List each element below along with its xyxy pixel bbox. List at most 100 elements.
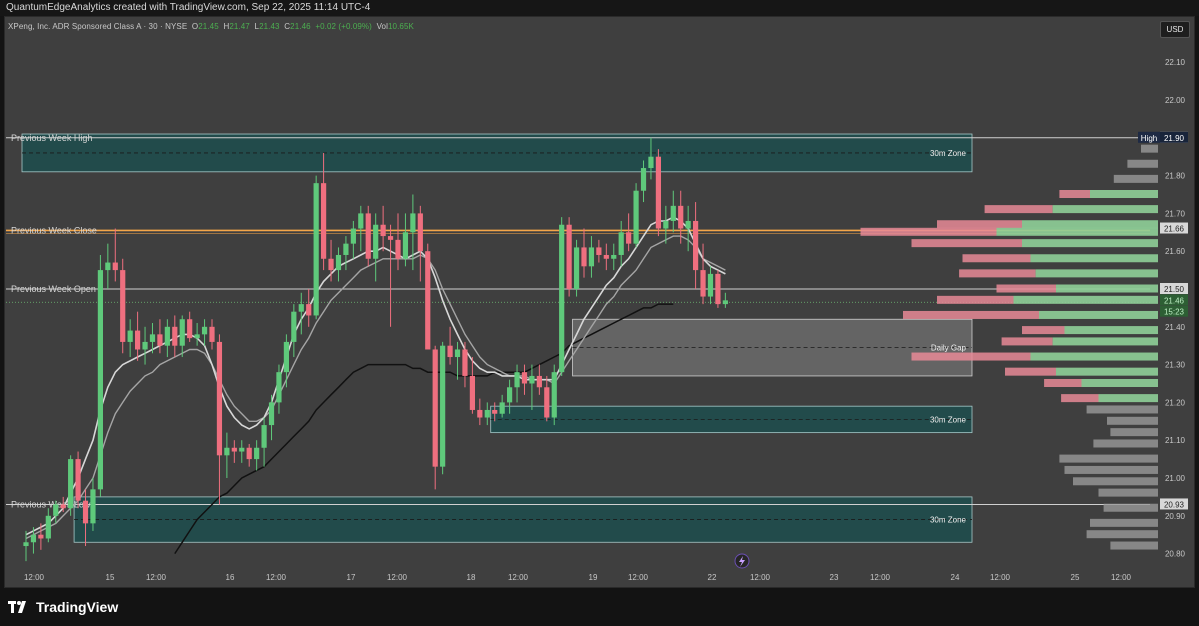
candle-body bbox=[373, 224, 379, 259]
candle-body bbox=[693, 220, 699, 271]
volume-profile-bar bbox=[1113, 174, 1158, 183]
legend-volume: 10.65K bbox=[387, 22, 414, 31]
candle-body bbox=[559, 224, 565, 373]
legend-high: 21.47 bbox=[229, 22, 250, 31]
price-tag-label: 21.66 bbox=[1164, 225, 1185, 234]
price-tag-label: 21.46 bbox=[1164, 296, 1185, 305]
volume-profile-buy bbox=[1035, 269, 1158, 278]
currency-button[interactable]: USD bbox=[1160, 21, 1190, 38]
x-axis-tick: 22 bbox=[708, 573, 717, 582]
candle-body bbox=[53, 504, 59, 516]
candle-body bbox=[454, 349, 461, 358]
x-axis-tick: 15 bbox=[106, 573, 115, 582]
candle-body bbox=[417, 213, 423, 252]
candle-body bbox=[715, 273, 721, 305]
candle-body bbox=[187, 319, 193, 339]
candle-body bbox=[387, 236, 394, 240]
candle-body bbox=[313, 183, 319, 316]
volume-profile-sell bbox=[984, 205, 1053, 214]
y-axis-tick: 21.00 bbox=[1165, 474, 1186, 483]
candle-body bbox=[179, 319, 185, 346]
candle-body bbox=[514, 372, 520, 388]
candle-body bbox=[246, 447, 252, 460]
candle-body bbox=[135, 330, 141, 350]
volume-profile-sell bbox=[1044, 379, 1082, 387]
candle-body bbox=[350, 228, 356, 244]
x-axis-tick: 19 bbox=[589, 573, 598, 582]
volume-profile-buy bbox=[1030, 254, 1158, 263]
level-label: Previous Week High bbox=[11, 133, 92, 143]
candlestick-chart[interactable]: 30m Zone Daily Gap 30m Zone 30m Zone Previou… bbox=[0, 0, 1199, 588]
volume-profile-bar bbox=[1098, 488, 1158, 497]
volume-profile-bar bbox=[1090, 518, 1158, 527]
candle-body bbox=[484, 409, 490, 418]
candle-body bbox=[410, 213, 416, 233]
candle-body bbox=[209, 326, 215, 342]
candle-body bbox=[707, 273, 714, 297]
candle-body bbox=[573, 247, 580, 289]
candle-body bbox=[157, 334, 163, 346]
medium-moving-average bbox=[25, 235, 726, 540]
candle-body bbox=[536, 375, 542, 388]
y-axis-tick: 21.40 bbox=[1165, 323, 1186, 332]
level-label: Previous Week Close bbox=[11, 225, 97, 235]
candle-body bbox=[521, 372, 528, 384]
candle-body bbox=[685, 220, 691, 229]
zone-label: 30m Zone bbox=[930, 149, 967, 158]
candle-body bbox=[149, 334, 156, 342]
candle-body bbox=[581, 247, 587, 267]
candle-body bbox=[45, 515, 51, 539]
candle-body bbox=[224, 447, 230, 456]
candle-body bbox=[588, 247, 595, 267]
candle-body bbox=[261, 425, 267, 448]
legend-symbol: XPeng, Inc. ADR Sponsored Class A · 30 ·… bbox=[8, 22, 188, 31]
candle-body bbox=[75, 459, 81, 501]
candle-body bbox=[722, 300, 728, 305]
candle-body bbox=[551, 372, 557, 418]
candle-body bbox=[395, 239, 401, 259]
x-axis-tick: 12:00 bbox=[628, 573, 649, 582]
volume-profile-sell bbox=[903, 310, 1039, 319]
tradingview-logo-icon bbox=[8, 601, 26, 613]
volume-profile-sell bbox=[860, 227, 997, 236]
y-axis-tick: 21.20 bbox=[1165, 398, 1186, 407]
candle-body bbox=[68, 459, 74, 509]
candle-body bbox=[343, 243, 349, 255]
candle-body bbox=[172, 326, 178, 346]
candle-body bbox=[254, 447, 260, 460]
candle-body bbox=[23, 542, 29, 547]
x-axis-tick: 17 bbox=[347, 573, 356, 582]
volume-profile-bar bbox=[1086, 530, 1158, 539]
volume-profile-buy bbox=[1056, 284, 1158, 293]
candle-body bbox=[670, 205, 676, 221]
candle-body bbox=[469, 375, 475, 410]
x-axis-tick: 23 bbox=[830, 573, 839, 582]
candle-body bbox=[603, 254, 609, 259]
level-label: Previous Week Open bbox=[11, 284, 96, 294]
candle-body bbox=[97, 270, 103, 490]
x-axis-tick: 12:00 bbox=[870, 573, 891, 582]
volume-profile-sell bbox=[1001, 337, 1053, 346]
volume-profile-sell bbox=[911, 239, 1022, 248]
y-axis-tick: 21.80 bbox=[1165, 172, 1186, 181]
y-axis-tick: 21.70 bbox=[1165, 209, 1186, 218]
candle-body bbox=[477, 409, 483, 418]
volume-profile-buy bbox=[1056, 367, 1158, 376]
y-axis-tick: 21.30 bbox=[1165, 361, 1186, 370]
y-axis-tick: 21.10 bbox=[1165, 436, 1186, 445]
candle-body bbox=[507, 387, 513, 403]
zone-label: 30m Zone bbox=[930, 415, 967, 424]
candle-body bbox=[30, 534, 37, 543]
candle-body bbox=[499, 402, 505, 414]
volume-profile-sell bbox=[1005, 367, 1056, 376]
tradingview-logo[interactable]: TradingView bbox=[8, 598, 118, 616]
candle-body bbox=[194, 334, 200, 339]
x-axis-tick: 12:00 bbox=[266, 573, 287, 582]
candle-body bbox=[402, 232, 409, 259]
candle-body bbox=[127, 330, 133, 342]
volume-profile-sell bbox=[1059, 190, 1090, 198]
candle-body bbox=[640, 168, 647, 191]
candle-body bbox=[321, 183, 327, 259]
x-axis-tick: 25 bbox=[1071, 573, 1080, 582]
candle-body bbox=[306, 304, 312, 316]
